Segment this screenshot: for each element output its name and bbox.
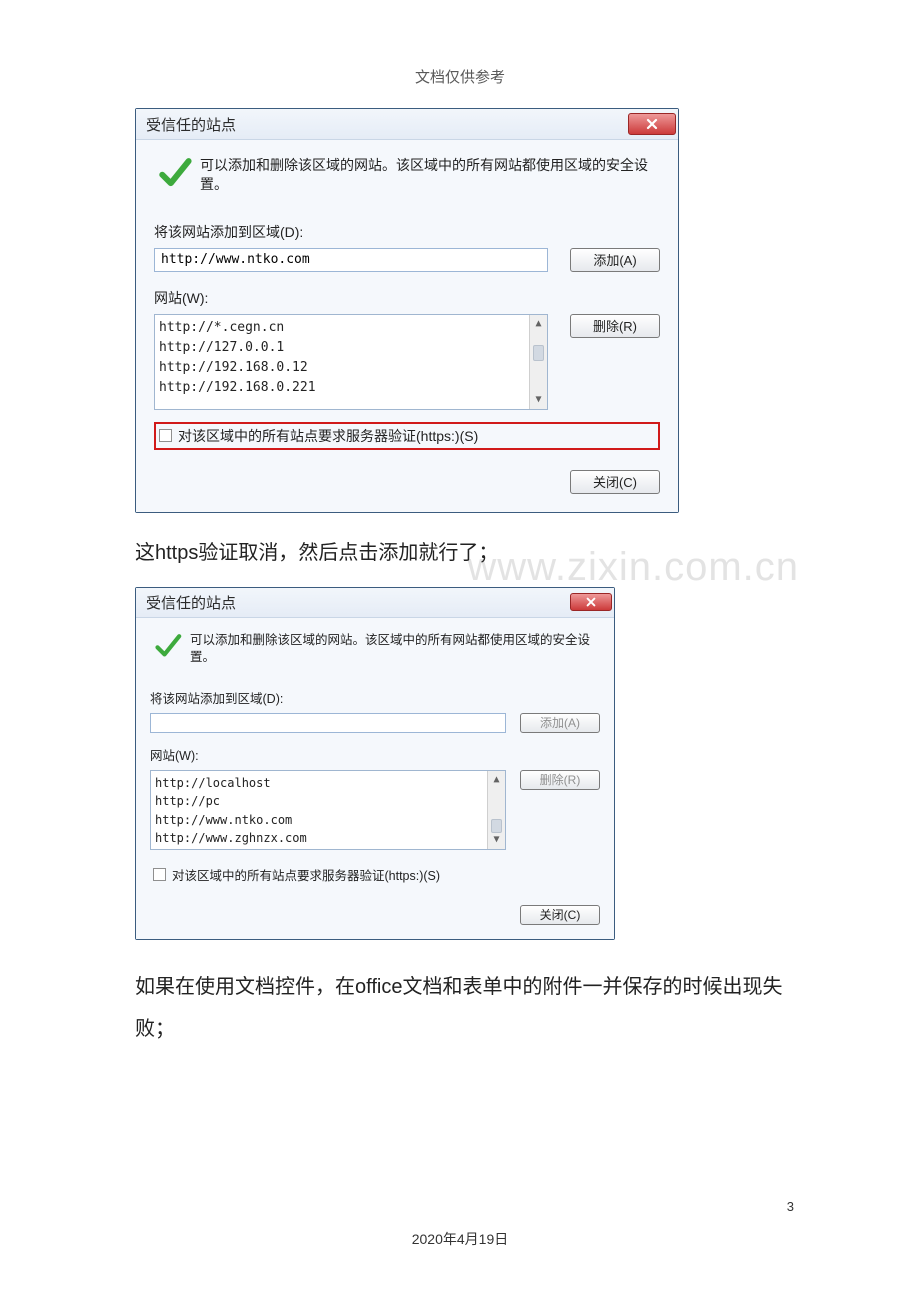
intro-text: 可以添加和删除该区域的网站。该区域中的所有网站都使用区域的安全设置。 (190, 630, 600, 666)
checkmark-icon (154, 632, 182, 663)
close-icon[interactable] (628, 113, 676, 135)
remove-button[interactable]: 删除(R) (520, 770, 600, 790)
content: 受信任的站点 可以添加和删除该区域的网站。该区域中的所有网站都使用区域的安全设置… (135, 108, 789, 1050)
add-site-row: 添加(A) (154, 248, 660, 272)
dialog-titlebar: 受信任的站点 (136, 588, 614, 618)
scroll-thumb[interactable] (533, 345, 544, 361)
instruction-content: 这https验证取消，然后点击添加就行了； (135, 542, 498, 564)
list-item[interactable]: http://*.cegn.cn (159, 318, 525, 338)
add-site-row: 添加(A) (150, 713, 600, 733)
list-inner: http://*.cegn.cn http://127.0.0.1 http:/… (155, 315, 529, 402)
footer-date: 2020年4月19日 (0, 1229, 920, 1249)
close-row: 关闭(C) (154, 470, 660, 494)
scroll-up-icon[interactable]: ▲ (488, 771, 505, 789)
list-item[interactable]: http://192.168.0.12 (159, 358, 525, 378)
list-item[interactable]: http://www.zghnzx.com (155, 829, 483, 848)
close-icon[interactable] (570, 593, 612, 611)
scrollbar[interactable]: ▲ ▼ (529, 315, 547, 409)
add-button[interactable]: 添加(A) (520, 713, 600, 733)
dialog-body: 可以添加和删除该区域的网站。该区域中的所有网站都使用区域的安全设置。 将该网站添… (136, 618, 614, 939)
https-checkbox[interactable] (153, 868, 166, 881)
https-checkbox-label: 对该区域中的所有站点要求服务器验证(https:)(S) (178, 426, 478, 446)
https-checkbox[interactable] (159, 429, 172, 442)
sites-listbox[interactable]: http://*.cegn.cn http://127.0.0.1 http:/… (154, 314, 548, 410)
intro-row: 可以添加和删除该区域的网站。该区域中的所有网站都使用区域的安全设置。 (150, 630, 600, 666)
scrollbar[interactable]: ▲ ▼ (487, 771, 505, 849)
https-checkbox-label: 对该区域中的所有站点要求服务器验证(https:)(S) (172, 865, 440, 884)
close-row: 关闭(C) (150, 905, 600, 925)
add-site-input[interactable] (150, 713, 506, 733)
dialog-body: 可以添加和删除该区域的网站。该区域中的所有网站都使用区域的安全设置。 将该网站添… (136, 140, 678, 512)
page-header: 文档仅供参考 (0, 66, 920, 87)
bottom-paragraph: 如果在使用文档控件，在office文档和表单中的附件一并保存的时候出现失败； (135, 966, 789, 1050)
sites-label: 网站(W): (154, 288, 660, 308)
https-verify-row: 对该区域中的所有站点要求服务器验证(https:)(S) (154, 422, 660, 450)
close-button[interactable]: 关闭(C) (570, 470, 660, 494)
list-item[interactable]: http://pc (155, 792, 483, 811)
sites-listbox[interactable]: http://localhost http://pc http://www.nt… (150, 770, 506, 850)
page-number: 3 (787, 1199, 794, 1214)
add-site-input[interactable] (154, 248, 548, 272)
dialog-title-text: 受信任的站点 (146, 592, 236, 613)
list-item[interactable]: http://192.168.0.221 (159, 378, 525, 398)
dialog-title-text: 受信任的站点 (146, 114, 236, 135)
list-item[interactable]: http://localhost (155, 774, 483, 793)
list-inner: http://localhost http://pc http://www.nt… (151, 771, 487, 850)
trusted-sites-dialog-1: 受信任的站点 可以添加和删除该区域的网站。该区域中的所有网站都使用区域的安全设置… (135, 108, 679, 513)
add-button[interactable]: 添加(A) (570, 248, 660, 272)
sites-row: http://localhost http://pc http://www.nt… (150, 770, 600, 850)
intro-text: 可以添加和删除该区域的网站。该区域中的所有网站都使用区域的安全设置。 (200, 154, 660, 194)
trusted-sites-dialog-2: 受信任的站点 可以添加和删除该区域的网站。该区域中的所有网站都使用区域的安全设置… (135, 587, 615, 940)
https-verify-row: 对该区域中的所有站点要求服务器验证(https:)(S) (150, 862, 600, 887)
close-button[interactable]: 关闭(C) (520, 905, 600, 925)
add-site-label: 将该网站添加到区域(D): (154, 222, 660, 242)
intro-row: 可以添加和删除该区域的网站。该区域中的所有网站都使用区域的安全设置。 (154, 154, 660, 194)
sites-label: 网站(W): (150, 745, 600, 764)
list-item[interactable]: http://www.ntko.com (155, 811, 483, 830)
scroll-down-icon[interactable]: ▼ (530, 391, 547, 409)
sites-row: http://*.cegn.cn http://127.0.0.1 http:/… (154, 314, 660, 410)
scroll-up-icon[interactable]: ▲ (530, 315, 547, 333)
list-item[interactable]: http://127.0.0.1 (159, 338, 525, 358)
remove-button[interactable]: 删除(R) (570, 314, 660, 338)
checkmark-icon (158, 156, 192, 193)
instruction-text: 这https验证取消，然后点击添加就行了； www.zixin.com.cn (135, 537, 789, 569)
scroll-down-icon[interactable]: ▼ (488, 831, 505, 849)
add-site-label: 将该网站添加到区域(D): (150, 688, 600, 707)
dialog-titlebar: 受信任的站点 (136, 109, 678, 140)
